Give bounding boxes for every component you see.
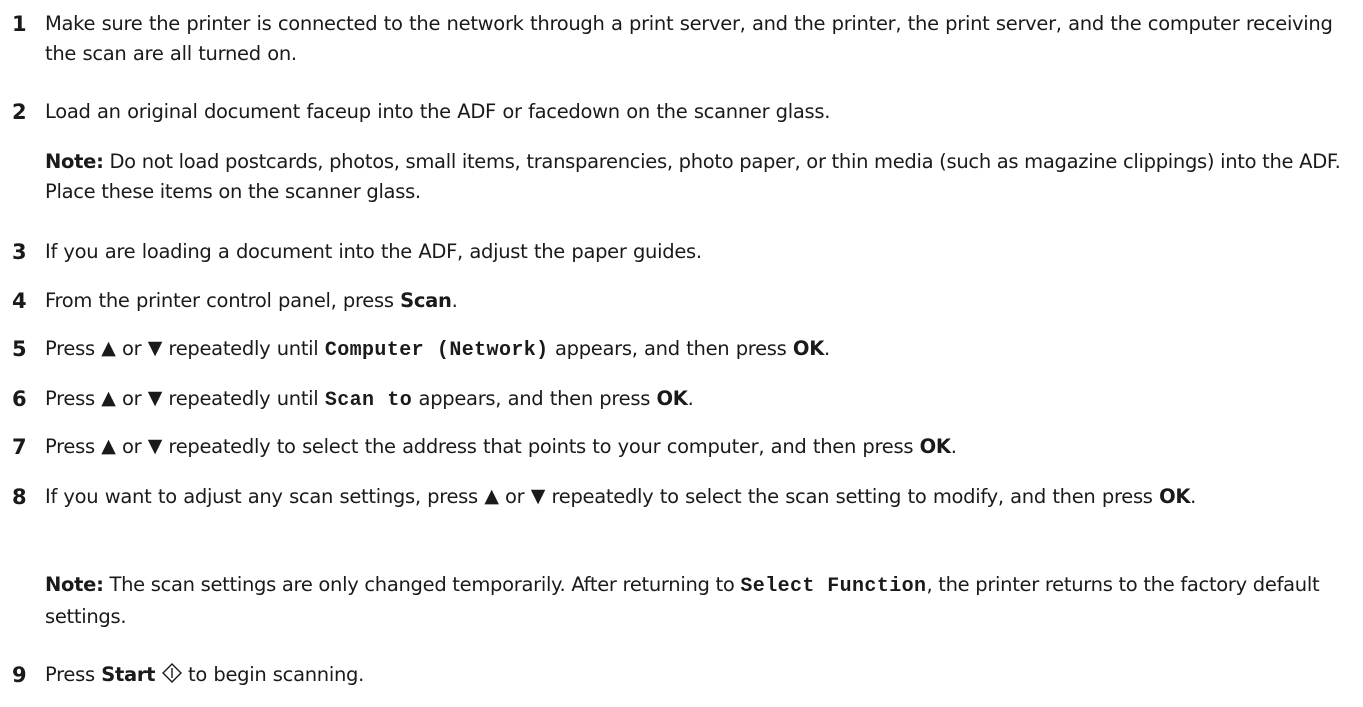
note-label: Note: xyxy=(45,573,104,596)
step-8-note: Note: The scan settings are only changed… xyxy=(45,573,1320,628)
note-text: Do not load postcards, photos, small ite… xyxy=(45,150,1341,203)
step-number: 2 xyxy=(12,100,27,124)
ok-key: OK xyxy=(1159,485,1191,508)
step-text: Press ▲ or ▼ repeatedly to select the ad… xyxy=(45,432,1345,462)
down-arrow-icon: ▼ xyxy=(147,435,163,457)
menu-item-code: Scan to xyxy=(324,389,413,412)
step-number: 1 xyxy=(12,12,27,36)
step-number: 4 xyxy=(12,289,27,313)
step-number: 6 xyxy=(12,387,27,411)
instruction-document: 1 Make sure the printer is connected to … xyxy=(0,0,1363,707)
step-number: 5 xyxy=(12,337,27,361)
step-text: If you want to adjust any scan settings,… xyxy=(45,482,1345,512)
ok-key: OK xyxy=(792,337,825,360)
note-label: Note: xyxy=(45,150,104,173)
step-2-note: Note: Do not load postcards, photos, sma… xyxy=(45,147,1345,207)
up-arrow-icon: ▲ xyxy=(101,337,116,359)
start-key: Start xyxy=(101,663,156,686)
step-number: 9 xyxy=(12,663,27,687)
ok-key: OK xyxy=(656,387,688,410)
up-arrow-icon: ▲ xyxy=(101,435,116,457)
ok-key: OK xyxy=(919,435,951,458)
step-text: Load an original document faceup into th… xyxy=(45,100,831,123)
down-arrow-icon: ▼ xyxy=(147,337,163,359)
up-arrow-icon: ▲ xyxy=(101,387,116,409)
step-text: Press ▲ or ▼ repeatedly until Computer (… xyxy=(45,334,1345,366)
start-diamond-icon xyxy=(161,663,182,683)
scan-key: Scan xyxy=(400,289,452,312)
step-text: Make sure the printer is connected to th… xyxy=(45,12,1333,65)
up-arrow-icon: ▲ xyxy=(484,485,499,507)
step-text: If you are loading a document into the A… xyxy=(45,240,702,263)
step-number: 8 xyxy=(12,485,27,509)
menu-item-code: Select Function xyxy=(740,575,927,598)
step-text: From the printer control panel, press Sc… xyxy=(45,289,458,312)
menu-item-code: Computer (Network) xyxy=(324,339,549,362)
step-text: Press Start to begin scanning. xyxy=(45,663,365,686)
step-text: Press ▲ or ▼ repeatedly until Scan to ap… xyxy=(45,384,1345,416)
step-number: 3 xyxy=(12,240,27,264)
down-arrow-icon: ▼ xyxy=(530,485,546,507)
down-arrow-icon: ▼ xyxy=(147,387,163,409)
step-number: 7 xyxy=(12,435,27,459)
